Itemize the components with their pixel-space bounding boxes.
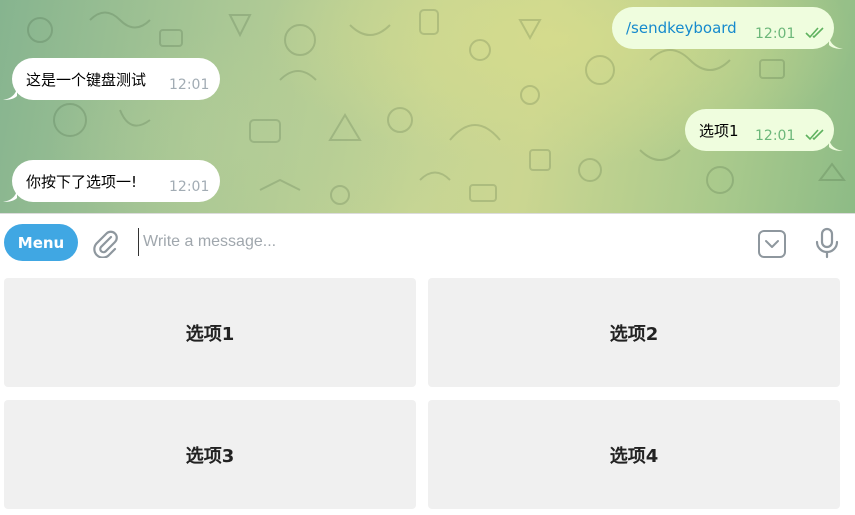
message-time: 12:01 — [169, 179, 210, 195]
chat-history: /sendkeyboard 12:01 这是一个键盘测试 12:01 选项1 1… — [0, 0, 855, 213]
keyboard-toggle-icon[interactable] — [757, 229, 787, 259]
reply-keyboard: 选项1 选项2 选项3 选项4 — [0, 270, 855, 515]
message-outgoing-option: 选项1 12:01 — [685, 109, 834, 151]
keyboard-button-option-4[interactable]: 选项4 — [428, 400, 840, 509]
message-text: 选项1 — [699, 121, 739, 140]
message-text: 你按下了选项一! — [26, 172, 138, 191]
double-check-icon — [805, 129, 824, 141]
paperclip-icon[interactable] — [91, 228, 119, 258]
keyboard-button-option-1[interactable]: 选项1 — [4, 278, 416, 387]
bubble-tail — [3, 88, 17, 100]
double-check-icon — [805, 27, 824, 39]
bubble-tail — [829, 139, 843, 151]
message-outgoing-command: /sendkeyboard 12:01 — [612, 7, 834, 49]
microphone-icon[interactable] — [812, 227, 842, 259]
keyboard-button-option-2[interactable]: 选项2 — [428, 278, 840, 387]
message-time: 12:01 — [169, 77, 210, 93]
message-time: 12:01 — [755, 128, 796, 144]
bubble-tail — [3, 190, 17, 202]
keyboard-button-option-3[interactable]: 选项3 — [4, 400, 416, 509]
message-text: 这是一个键盘测试 — [26, 70, 147, 89]
command-link[interactable]: /sendkeyboard — [626, 19, 737, 37]
message-incoming-reply: 你按下了选项一! 12:01 — [12, 160, 220, 202]
message-incoming-keyboard-test: 这是一个键盘测试 12:01 — [12, 58, 220, 100]
message-time: 12:01 — [755, 26, 796, 42]
message-composer: Menu — [0, 213, 855, 270]
message-input[interactable] — [138, 228, 738, 256]
menu-button[interactable]: Menu — [4, 224, 78, 261]
bubble-tail — [829, 37, 843, 49]
